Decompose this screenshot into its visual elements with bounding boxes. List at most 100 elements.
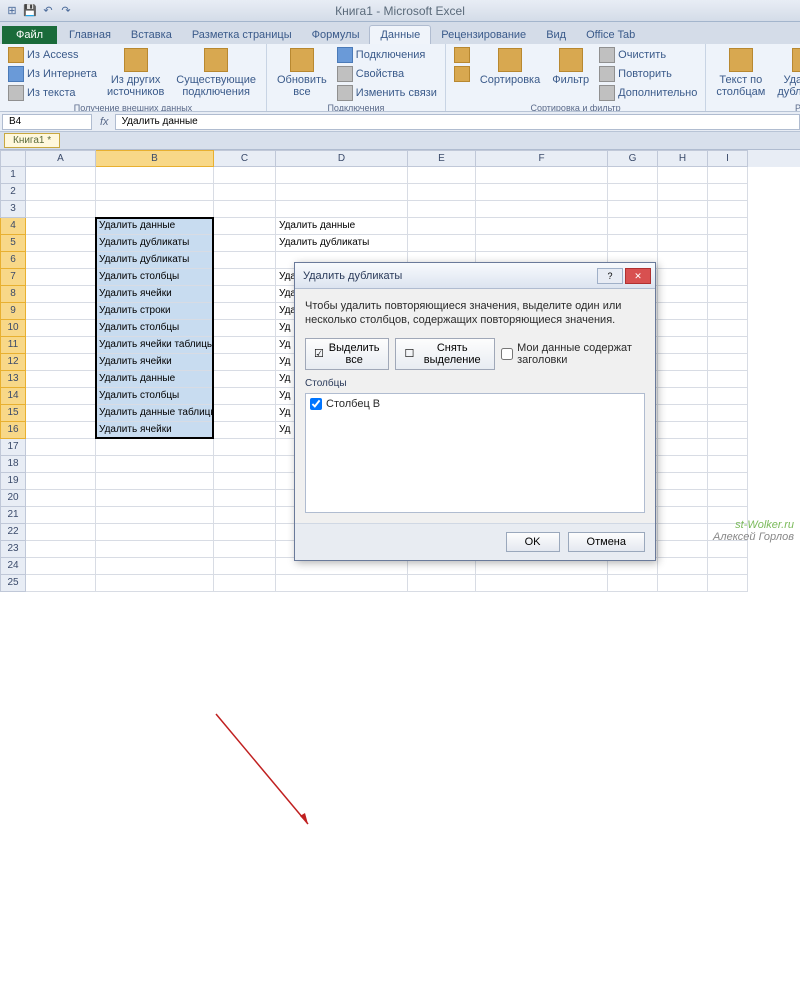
column-header-F[interactable]: F — [476, 150, 608, 167]
cell[interactable] — [658, 575, 708, 592]
row-header[interactable]: 16 — [0, 422, 26, 439]
cell[interactable] — [214, 354, 276, 371]
cell[interactable]: Удалить столбцы — [96, 388, 214, 405]
headers-checkbox[interactable] — [501, 348, 513, 360]
existing-conn-button[interactable]: Существующие подключения — [172, 46, 260, 100]
row-header[interactable]: 11 — [0, 337, 26, 354]
cell[interactable] — [96, 490, 214, 507]
cell[interactable] — [96, 201, 214, 218]
cell[interactable] — [96, 167, 214, 184]
cell[interactable] — [26, 286, 96, 303]
cell[interactable] — [214, 184, 276, 201]
row-header[interactable]: 15 — [0, 405, 26, 422]
tab-review[interactable]: Рецензирование — [431, 26, 536, 44]
cell[interactable] — [214, 337, 276, 354]
cell[interactable] — [96, 558, 214, 575]
cell[interactable] — [96, 184, 214, 201]
cell[interactable] — [26, 167, 96, 184]
from-other-button[interactable]: Из других источников — [103, 46, 168, 100]
row-header[interactable]: 25 — [0, 575, 26, 592]
row-header[interactable]: 2 — [0, 184, 26, 201]
cell[interactable] — [408, 184, 476, 201]
cell[interactable] — [408, 235, 476, 252]
cell[interactable] — [658, 167, 708, 184]
cell[interactable] — [26, 456, 96, 473]
cell[interactable] — [96, 541, 214, 558]
formula-input[interactable] — [115, 114, 800, 130]
cell[interactable]: Удалить ячейки таблицы — [96, 337, 214, 354]
cell[interactable] — [214, 286, 276, 303]
tab-page-layout[interactable]: Разметка страницы — [182, 26, 302, 44]
cell[interactable] — [708, 541, 748, 558]
cell[interactable] — [214, 235, 276, 252]
dialog-help-button[interactable]: ? — [597, 268, 623, 284]
cell[interactable] — [26, 507, 96, 524]
cell[interactable] — [658, 507, 708, 524]
cell[interactable] — [658, 184, 708, 201]
filter-button[interactable]: Фильтр — [548, 46, 593, 88]
column-header-D[interactable]: D — [276, 150, 408, 167]
properties-button[interactable]: Свойства — [335, 65, 439, 83]
tab-formulas[interactable]: Формулы — [302, 26, 370, 44]
fx-label[interactable]: fx — [94, 116, 115, 128]
cell[interactable] — [608, 575, 658, 592]
cell[interactable] — [658, 405, 708, 422]
cell[interactable] — [214, 507, 276, 524]
redo-icon[interactable]: ↷ — [58, 3, 74, 19]
cell[interactable] — [708, 558, 748, 575]
row-header[interactable]: 22 — [0, 524, 26, 541]
tab-data[interactable]: Данные — [369, 25, 431, 44]
cell[interactable]: Удалить ячейки — [96, 422, 214, 439]
save-icon[interactable]: 💾 — [22, 3, 38, 19]
from-access-button[interactable]: Из Access — [6, 46, 99, 64]
cell[interactable] — [26, 541, 96, 558]
cell[interactable] — [26, 558, 96, 575]
cell[interactable] — [658, 558, 708, 575]
cell[interactable] — [214, 218, 276, 235]
cell[interactable] — [26, 575, 96, 592]
cell[interactable] — [214, 252, 276, 269]
cell[interactable] — [476, 235, 608, 252]
cell[interactable] — [26, 201, 96, 218]
tab-office[interactable]: Office Tab — [576, 26, 645, 44]
cell[interactable] — [708, 303, 748, 320]
cell[interactable] — [96, 439, 214, 456]
cell[interactable] — [26, 218, 96, 235]
cell[interactable] — [658, 456, 708, 473]
cell[interactable]: Удалить ячейки — [96, 354, 214, 371]
column-header-E[interactable]: E — [408, 150, 476, 167]
row-header[interactable]: 7 — [0, 269, 26, 286]
cell[interactable] — [214, 490, 276, 507]
cell[interactable] — [658, 524, 708, 541]
cell[interactable] — [708, 320, 748, 337]
cell[interactable] — [26, 269, 96, 286]
dialog-close-button[interactable]: ✕ — [625, 268, 651, 284]
cell[interactable] — [26, 184, 96, 201]
cell[interactable] — [708, 269, 748, 286]
row-header[interactable]: 12 — [0, 354, 26, 371]
cell[interactable] — [658, 286, 708, 303]
cell[interactable]: Удалить столбцы — [96, 269, 214, 286]
cell[interactable] — [708, 184, 748, 201]
cell[interactable] — [276, 201, 408, 218]
sort-desc-button[interactable] — [452, 65, 472, 83]
cell[interactable] — [658, 541, 708, 558]
column-header-C[interactable]: C — [214, 150, 276, 167]
cell[interactable] — [214, 201, 276, 218]
cell[interactable] — [476, 201, 608, 218]
row-header[interactable]: 4 — [0, 218, 26, 235]
refresh-all-button[interactable]: Обновить все — [273, 46, 331, 100]
undo-icon[interactable]: ↶ — [40, 3, 56, 19]
row-header[interactable]: 5 — [0, 235, 26, 252]
cell[interactable] — [96, 456, 214, 473]
row-header[interactable]: 6 — [0, 252, 26, 269]
cell[interactable] — [26, 524, 96, 541]
reapply-button[interactable]: Повторить — [597, 65, 699, 83]
cell[interactable] — [658, 201, 708, 218]
cell[interactable] — [658, 252, 708, 269]
row-header[interactable]: 14 — [0, 388, 26, 405]
file-tab[interactable]: Файл — [2, 26, 57, 44]
cell[interactable] — [96, 575, 214, 592]
column-header-G[interactable]: G — [608, 150, 658, 167]
cell[interactable] — [408, 201, 476, 218]
